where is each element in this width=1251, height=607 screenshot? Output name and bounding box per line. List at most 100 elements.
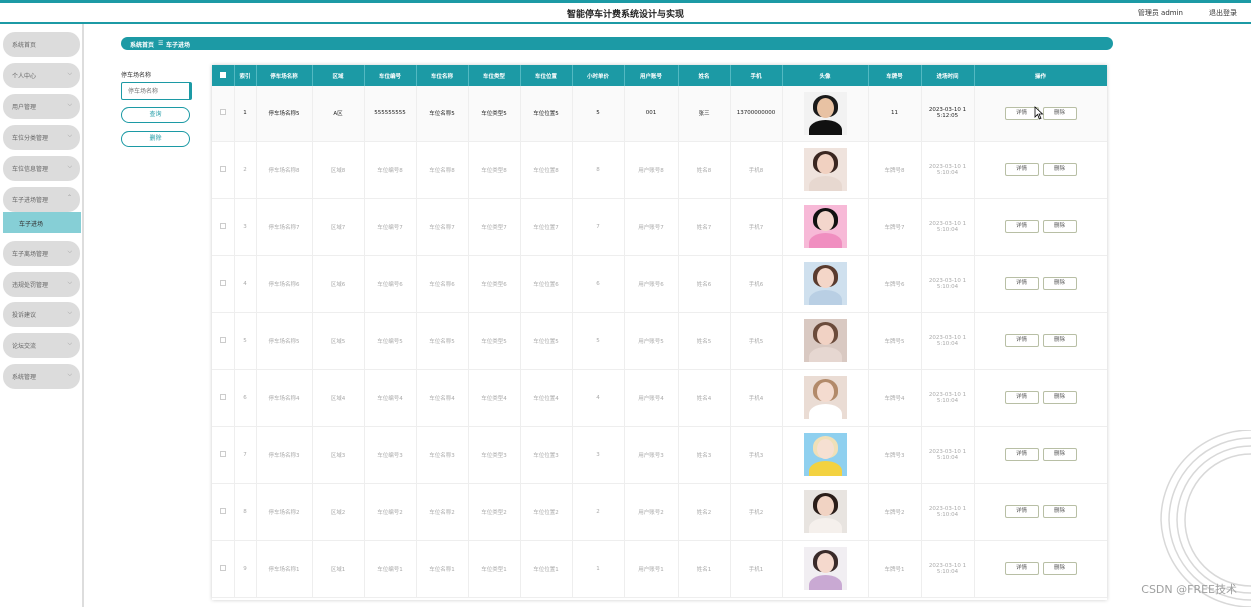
row-delete-button[interactable]: 删除 [1042,505,1077,518]
table-row: 6 停车场名称4 区域4 车位编号4 车位名称4 车位类型4 车位位置4 4 用户账号4 姓名4 手… [212,369,1107,427]
cell-actions: 详情 删除 [974,141,1107,199]
entry-clock: 5:10:04 [936,169,959,176]
cell-plate: 车牌号1 [868,540,922,598]
search-label: 停车场名称 [121,72,152,79]
cell-phone: 手机2 [730,483,783,541]
menu-item-forum[interactable]: 论坛交流 ⌵ [3,333,80,358]
cell-phone: 手机7 [730,198,783,256]
cell-price: 7 [572,198,625,256]
cell-area: 区域3 [312,426,365,484]
cell-entry-time: 2023-03-10 1 5:10:04 [921,426,975,484]
row-delete-button[interactable]: 删除 [1042,334,1077,347]
cell-slot-no: 车位编号3 [364,426,417,484]
chevron-down-icon: ⌵ [67,371,72,378]
breadcrumb-home[interactable]: 系统首页 [130,40,154,49]
row-checkbox[interactable] [212,540,235,598]
menu-item-violations[interactable]: 违规处罚管理 ⌵ [3,272,80,297]
menu-item-car-entry[interactable]: 车子进场管理 ⌃ [3,187,80,212]
cell-plate: 车牌号6 [868,255,922,313]
row-checkbox[interactable] [212,86,235,142]
row-delete-button[interactable]: 删除 [1042,106,1077,120]
avatar [803,205,847,248]
detail-button[interactable]: 详情 [1004,163,1039,176]
breadcrumb: 系统首页 ☰ 车子进场 [121,37,1113,50]
row-delete-button[interactable]: 删除 [1042,562,1077,575]
chevron-down-icon: ⌵ [67,132,72,139]
row-checkbox[interactable] [212,312,235,370]
menu-item-label: 个人中心 [12,73,37,80]
cell-slot-name: 车位名称7 [416,198,469,256]
cell-slot-no: 车位编号6 [364,255,417,313]
cell-plate: 车牌号2 [868,483,922,541]
cell-avatar [782,198,869,256]
parking-lot-search-input[interactable] [121,82,192,100]
delete-selected-button[interactable]: 删除 [121,131,190,147]
menu-item-label: 违规处罚管理 [12,282,49,289]
detail-button[interactable]: 详情 [1004,277,1039,290]
row-checkbox[interactable] [212,483,235,541]
avatar [803,319,847,362]
select-all-checkbox[interactable] [212,65,235,86]
submenu-item-car-entry[interactable]: 车子进场 [3,212,81,233]
row-checkbox[interactable] [212,141,235,199]
row-delete-button[interactable]: 删除 [1042,448,1077,461]
cell-account: 用户账号1 [624,540,679,598]
cell-price: 3 [572,426,625,484]
cell-index: 9 [234,540,257,598]
breadcrumb-current: 车子进场 [166,42,191,49]
cell-phone: 手机4 [730,369,783,427]
row-checkbox[interactable] [212,255,235,313]
menu-item-label: 投诉建议 [12,312,37,319]
menu-item-label: 系统管理 [12,374,37,381]
cell-lot: 停车场名称4 [256,369,313,427]
cell-area: 区域4 [312,369,365,427]
row-delete-button[interactable]: 删除 [1042,220,1077,233]
cell-slot-pos: 车位位置2 [520,483,573,541]
menu-item-complaints[interactable]: 投诉建议 ⌵ [3,302,80,327]
cell-entry-time: 2023-03-10 1 5:12:05 [921,86,975,142]
cell-entry-time: 2023-03-10 1 5:10:04 [921,141,975,199]
menu-item-car-exit[interactable]: 车子离场管理 ⌵ [3,241,80,266]
menu-item-profile[interactable]: 个人中心 ⌵ [3,63,80,88]
cell-lot: 停车场名称6 [256,255,313,313]
logout-link[interactable]: 退出登录 [1209,8,1237,18]
cell-area: 区域5 [312,312,365,370]
cell-index: 7 [234,426,257,484]
cell-slot-name: 车位名称8 [416,141,469,199]
detail-button[interactable]: 详情 [1004,391,1039,404]
cell-entry-time: 2023-03-10 1 5:10:04 [921,198,975,256]
detail-button[interactable]: 详情 [1004,562,1039,575]
row-checkbox[interactable] [212,198,235,256]
cell-avatar [782,312,869,370]
menu-item-slot-info[interactable]: 车位信息管理 ⌵ [3,156,80,181]
cell-slot-pos: 车位位置3 [520,426,573,484]
menu-item-slot-category[interactable]: 车位分类管理 ⌵ [3,125,80,150]
col-header: 操作 [974,65,1107,86]
cell-avatar [782,141,869,199]
row-delete-button[interactable]: 删除 [1042,163,1077,176]
col-header: 小时单价 [572,65,625,86]
row-checkbox[interactable] [212,369,235,427]
cell-plate: 11 [868,86,922,142]
detail-button[interactable]: 详情 [1004,334,1039,347]
row-checkbox[interactable] [212,426,235,484]
cell-index: 4 [234,255,257,313]
detail-button[interactable]: 详情 [1004,220,1039,233]
cell-index: 1 [234,86,257,142]
row-delete-button[interactable]: 删除 [1042,277,1077,290]
menu-item-system[interactable]: 系统管理 ⌵ [3,364,80,389]
detail-button[interactable]: 详情 [1004,505,1039,518]
chevron-down-icon: ⌵ [67,163,72,170]
sidebar: 系统首页 个人中心 ⌵ 用户管理 ⌵ 车位分类管理 ⌵ 车位信息管理 ⌵ 车子进场管理 ⌃… [0,24,84,607]
menu-item-label: 系统首页 [12,42,37,49]
detail-button[interactable]: 详情 [1004,448,1039,461]
cell-slot-no: 车位编号8 [364,141,417,199]
cell-entry-time: 2023-03-10 1 5:10:04 [921,540,975,598]
query-button[interactable]: 查询 [121,107,190,123]
cell-account: 用户账号8 [624,141,679,199]
cell-actions: 详情 删除 [974,255,1107,313]
menu-item-home[interactable]: 系统首页 [3,32,80,57]
row-delete-button[interactable]: 删除 [1042,391,1077,404]
cell-phone: 手机6 [730,255,783,313]
menu-item-users[interactable]: 用户管理 ⌵ [3,94,80,119]
